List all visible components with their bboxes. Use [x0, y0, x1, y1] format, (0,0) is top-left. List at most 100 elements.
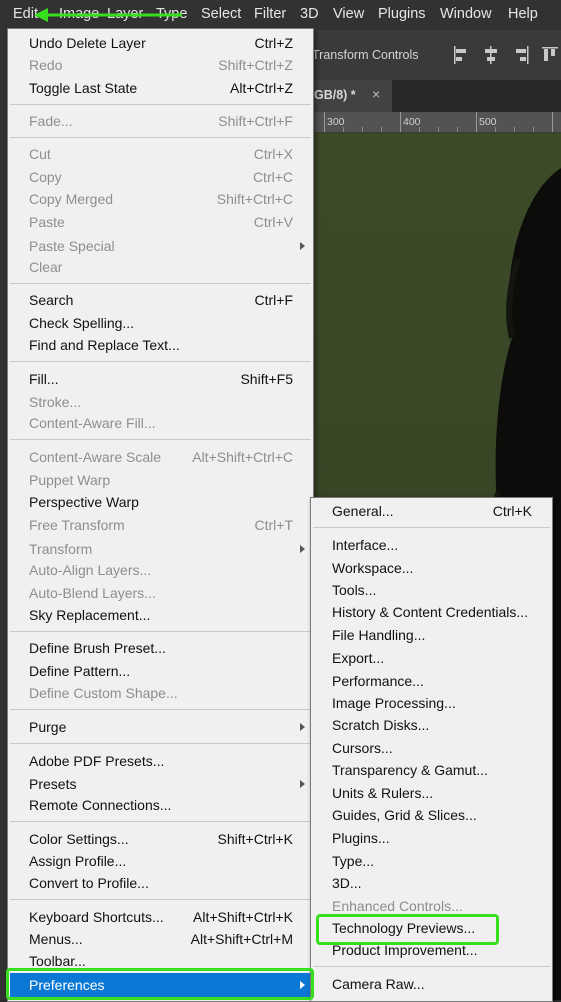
menu-item-label: Find and Replace Text... [29, 337, 180, 353]
menu-item-content-aware-fill[interactable]: Content-Aware Fill... [10, 412, 311, 434]
menu-item-copy-merged[interactable]: Copy Merged Shift+Ctrl+C [10, 188, 311, 210]
menu-item-define-pattern[interactable]: Define Pattern... [10, 660, 311, 682]
menu-item-puppet-warp[interactable]: Puppet Warp [10, 469, 311, 491]
menu-item-label: Perspective Warp [29, 494, 139, 510]
document-tab[interactable]: GB/8) * × [304, 80, 392, 112]
menu-item-fill[interactable]: Fill... Shift+F5 [10, 368, 311, 390]
menu-item-undo[interactable]: Undo Delete Layer Ctrl+Z [10, 32, 311, 54]
menu-3d[interactable]: 3D [300, 6, 319, 22]
menu-item-image-processing[interactable]: Image Processing... [313, 692, 550, 714]
menu-item-purge[interactable]: Purge [10, 716, 311, 738]
align-right-icon[interactable] [512, 44, 530, 66]
menu-item-shortcut: Alt+Shift+Ctrl+M [190, 931, 293, 947]
menu-item-redo[interactable]: Redo Shift+Ctrl+Z [10, 54, 311, 76]
menu-item-label: Tools... [332, 582, 377, 598]
menu-item-label: Content-Aware Fill... [29, 415, 156, 431]
menu-item-file-handling[interactable]: File Handling... [313, 624, 550, 646]
menu-item-define-brush-preset[interactable]: Define Brush Preset... [10, 637, 311, 659]
menu-item-remote-connections[interactable]: Remote Connections... [10, 794, 311, 816]
menu-item-interface[interactable]: Interface... [313, 534, 550, 556]
menu-item-adobe-pdf-presets[interactable]: Adobe PDF Presets... [10, 750, 311, 772]
menu-item-workspace[interactable]: Workspace... [313, 557, 550, 579]
menu-item-guides-grid-slices[interactable]: Guides, Grid & Slices... [313, 804, 550, 826]
menu-view[interactable]: View [333, 6, 364, 22]
menu-item-convert-profile[interactable]: Convert to Profile... [10, 872, 311, 894]
align-center-icon[interactable] [482, 44, 500, 66]
menu-item-plugins[interactable]: Plugins... [313, 827, 550, 849]
menu-item-keyboard-shortcuts[interactable]: Keyboard Shortcuts... Alt+Shift+Ctrl+K [10, 906, 311, 928]
menu-item-cut[interactable]: Cut Ctrl+X [10, 143, 311, 165]
menu-item-color-settings[interactable]: Color Settings... Shift+Ctrl+K [10, 828, 311, 850]
menu-help[interactable]: Help [508, 6, 538, 22]
menu-item-fade[interactable]: Fade... Shift+Ctrl+F [10, 110, 311, 132]
align-left-icon[interactable] [452, 44, 470, 66]
menu-item-3d[interactable]: 3D... [313, 872, 550, 894]
menu-item-search[interactable]: Search Ctrl+F [10, 289, 311, 311]
ruler-tick [419, 127, 420, 132]
menu-item-content-aware-scale[interactable]: Content-Aware Scale Alt+Shift+Ctrl+C [10, 446, 311, 468]
menu-item-label: Adobe PDF Presets... [29, 753, 165, 769]
close-icon[interactable]: × [372, 86, 380, 102]
menu-item-label: Remote Connections... [29, 797, 172, 813]
menu-item-free-transform[interactable]: Free Transform Ctrl+T [10, 514, 311, 536]
menu-item-label: Enhanced Controls... [332, 898, 463, 914]
menu-item-camera-raw[interactable]: Camera Raw... [313, 973, 550, 995]
menu-item-label: Define Pattern... [29, 663, 131, 679]
menu-item-performance[interactable]: Performance... [313, 670, 550, 692]
menu-window[interactable]: Window [440, 6, 492, 22]
menu-item-label: Type... [332, 853, 375, 869]
menu-item-export[interactable]: Export... [313, 647, 550, 669]
submenu-arrow-icon [300, 780, 305, 788]
menu-item-general[interactable]: General... Ctrl+K [313, 500, 550, 522]
menu-item-toggle-last-state[interactable]: Toggle Last State Alt+Ctrl+Z [10, 77, 311, 99]
menu-item-auto-align[interactable]: Auto-Align Layers... [10, 559, 311, 581]
menu-item-label: Define Brush Preset... [29, 640, 166, 656]
menu-item-find-replace[interactable]: Find and Replace Text... [10, 334, 311, 356]
ruler-tick [552, 112, 553, 132]
ruler-tick [533, 127, 534, 132]
menu-filter[interactable]: Filter [254, 6, 286, 22]
menu-item-clear[interactable]: Clear [10, 256, 311, 278]
transform-controls-label[interactable]: Transform Controls [312, 48, 419, 62]
menu-item-stroke[interactable]: Stroke... [10, 391, 311, 413]
menu-separator [313, 527, 550, 528]
menu-item-label: Presets [29, 776, 77, 792]
ruler-label: 400 [403, 116, 421, 128]
menu-item-paste-special[interactable]: Paste Special [10, 235, 311, 257]
menu-item-cursors[interactable]: Cursors... [313, 737, 550, 759]
menu-select[interactable]: Select [201, 6, 241, 22]
menu-item-label: Plugins... [332, 830, 390, 846]
menu-plugins[interactable]: Plugins [378, 6, 426, 22]
menu-item-tools[interactable]: Tools... [313, 579, 550, 601]
menu-item-define-custom-shape[interactable]: Define Custom Shape... [10, 682, 311, 704]
menu-item-label: Performance... [332, 673, 424, 689]
menu-item-shortcut: Shift+F5 [240, 371, 293, 387]
ruler-tick [362, 127, 363, 132]
ruler-tick [457, 127, 458, 132]
menu-item-label: History & Content Credentials... [332, 604, 529, 620]
menu-separator [10, 104, 311, 105]
menu-item-assign-profile[interactable]: Assign Profile... [10, 850, 311, 872]
ruler-label: 500 [479, 116, 497, 128]
menu-item-label: Cut [29, 146, 51, 162]
menu-item-menus[interactable]: Menus... Alt+Shift+Ctrl+M [10, 928, 311, 950]
menu-item-presets[interactable]: Presets [10, 773, 311, 795]
menu-separator [10, 709, 311, 710]
menu-item-transform[interactable]: Transform [10, 538, 311, 560]
annotation-arrow-icon [34, 8, 182, 22]
menu-item-history[interactable]: History & Content Credentials... [313, 601, 550, 623]
menu-item-auto-blend[interactable]: Auto-Blend Layers... [10, 582, 311, 604]
menu-item-sky-replacement[interactable]: Sky Replacement... [10, 604, 311, 626]
menu-item-units-rulers[interactable]: Units & Rulers... [313, 782, 550, 804]
menu-item-paste[interactable]: Paste Ctrl+V [10, 211, 311, 233]
menu-item-label: Puppet Warp [29, 472, 111, 488]
menu-separator [313, 966, 550, 967]
menu-item-copy[interactable]: Copy Ctrl+C [10, 166, 311, 188]
menu-item-type[interactable]: Type... [313, 850, 550, 872]
menu-item-scratch-disks[interactable]: Scratch Disks... [313, 714, 550, 736]
menu-item-check-spelling[interactable]: Check Spelling... [10, 312, 311, 334]
menu-item-transparency-gamut[interactable]: Transparency & Gamut... [313, 759, 550, 781]
align-top-icon[interactable] [540, 44, 558, 66]
menu-item-perspective-warp[interactable]: Perspective Warp [10, 491, 311, 513]
menu-item-label: File Handling... [332, 627, 426, 643]
